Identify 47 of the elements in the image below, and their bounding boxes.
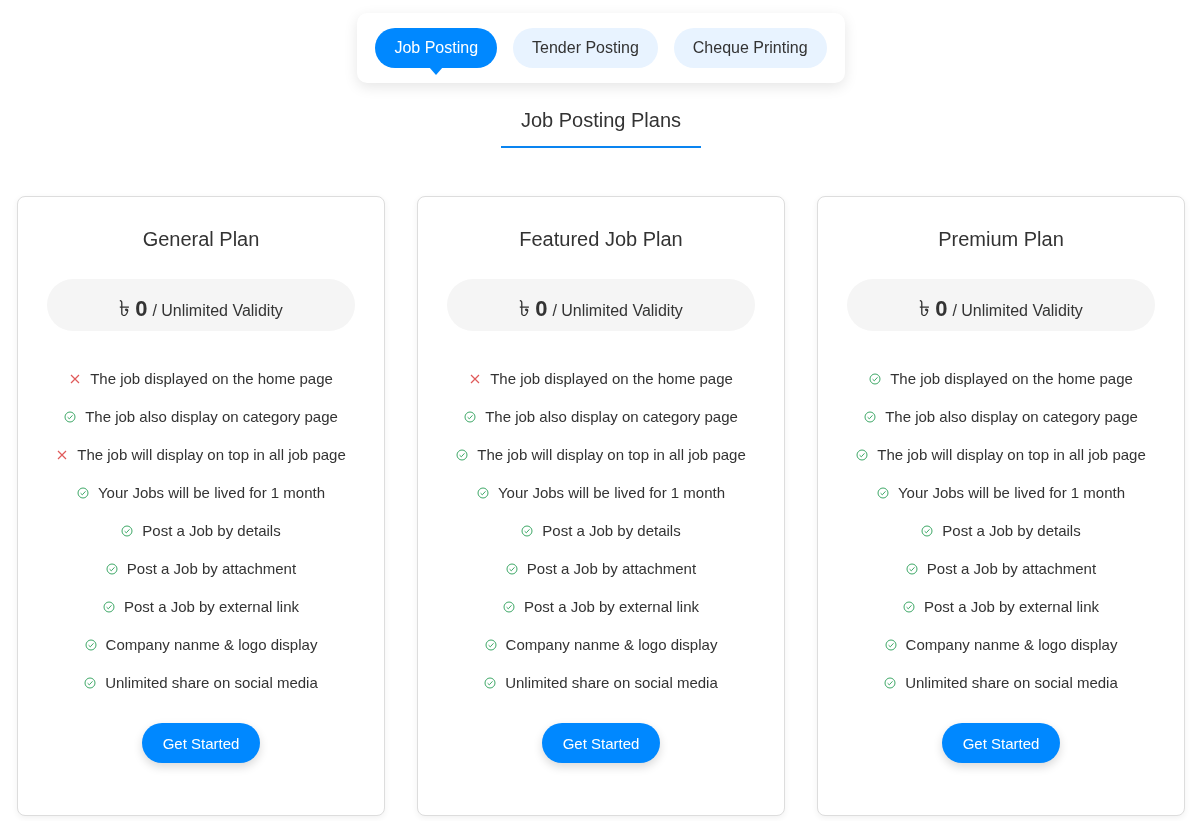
price-amount: 0 [535,296,548,322]
feature-text: Post a Job by details [542,522,681,539]
tab-pointer-icon [429,67,444,75]
get-started-button[interactable]: Get Started [941,723,1061,763]
validity-text: / Unlimited Validity [552,302,683,320]
feature-text: Your Jobs will be lived for 1 month [897,484,1126,501]
validity-text: / Unlimited Validity [952,302,1083,320]
validity-text: / Unlimited Validity [152,302,283,320]
currency-symbol: ৳ [119,295,131,323]
get-started-button[interactable]: Get Started [141,723,261,763]
feature-text: Company nanme & logo display [105,636,318,653]
feature-text: Post a Job by attachment [126,560,297,577]
price-amount: 0 [935,296,948,322]
feature-text: Post a Job by details [142,522,281,539]
feature-text: Post a Job by attachment [526,560,697,577]
feature-text: The job displayed on the home page [890,370,1133,387]
feature-text: Unlimited share on social media [505,674,718,691]
feature-text: Post a Job by external link [523,598,700,615]
feature-text: Company nanme & logo display [505,636,718,653]
tab[interactable]: Tender Posting [513,28,658,68]
feature-text: Unlimited share on social media [105,674,318,691]
feature-text: The job also display on category page [885,408,1138,425]
feature-text: Post a Job by attachment [926,560,1097,577]
section-heading: Job Posting Plans [520,109,682,132]
feature-text: Post a Job by external link [923,598,1100,615]
feature-text: Company nanme & logo display [905,636,1118,653]
feature-text: The job will display on top in all job page [77,446,346,463]
plan-title: General Plan [142,228,260,251]
feature-text: Post a Job by external link [123,598,300,615]
plan-title: Premium Plan [938,228,1064,251]
currency-symbol: ৳ [519,295,531,323]
feature-text: The job also display on category page [485,408,738,425]
feature-text: The job will display on top in all job page [477,446,746,463]
currency-symbol: ৳ [919,295,931,323]
plan-title: Featured Job Plan [519,228,683,251]
feature-text: The job displayed on the home page [490,370,733,387]
get-started-button[interactable]: Get Started [541,723,661,763]
feature-text: Your Jobs will be lived for 1 month [97,484,326,501]
tab[interactable]: Job Posting [375,28,498,68]
price-amount: 0 [135,296,148,322]
feature-text: The job will display on top in all job page [877,446,1146,463]
feature-text: Unlimited share on social media [905,674,1118,691]
feature-text: Your Jobs will be lived for 1 month [497,484,726,501]
feature-text: Post a Job by details [942,522,1081,539]
tab[interactable]: Cheque Printing [673,28,827,68]
feature-text: The job displayed on the home page [90,370,333,387]
feature-text: The job also display on category page [85,408,338,425]
